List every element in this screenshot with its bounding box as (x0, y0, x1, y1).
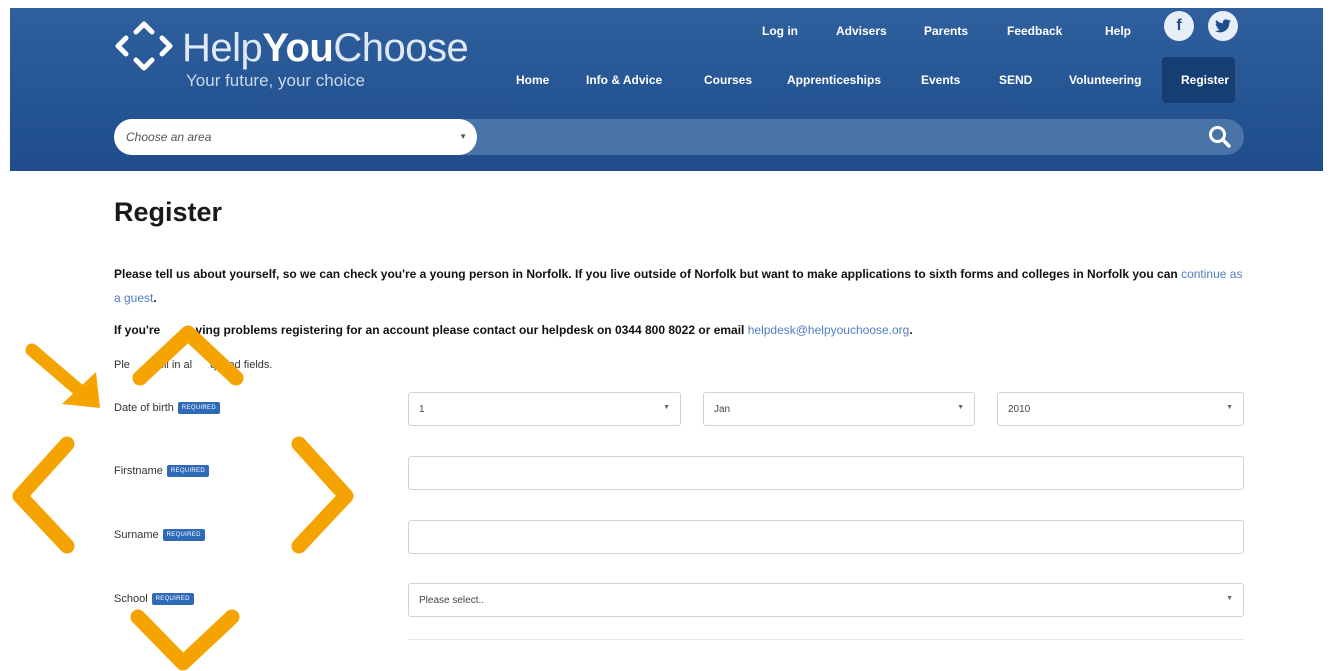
chevron-down-icon: ▼ (459, 132, 467, 141)
chevron-down-icon (130, 609, 240, 671)
firstname-label: Firstname REQUIRED (114, 465, 209, 478)
required-note: Ple s fill in al quired fields. (114, 359, 273, 371)
surname-label: Surname REQUIRED (114, 529, 205, 542)
dob-year-select[interactable]: 2010 ▼ (997, 392, 1244, 426)
nav-help[interactable]: Help (1105, 24, 1131, 38)
required-badge: REQUIRED (177, 402, 220, 415)
required-badge: REQUIRED (162, 529, 205, 542)
nav-courses[interactable]: Courses (704, 73, 752, 87)
nav-apprenticeships[interactable]: Apprenticeships (787, 73, 881, 87)
area-select[interactable]: Choose an area ▼ (114, 119, 477, 155)
chevron-down-icon: ▼ (1226, 595, 1233, 602)
logo-tagline: Your future, your choice (186, 71, 365, 90)
nav-info-advice[interactable]: Info & Advice (586, 73, 662, 87)
firstname-input[interactable] (408, 456, 1244, 490)
chevron-down-icon: ▼ (1226, 404, 1233, 411)
nav-advisers[interactable]: Advisers (836, 24, 887, 38)
dob-month-select[interactable]: Jan ▼ (703, 392, 975, 426)
helpdesk-email-link[interactable]: helpdesk@helpyouchoose.org (748, 323, 910, 337)
surname-input[interactable] (408, 520, 1244, 554)
helpdesk-text: If you're ving problems registering for … (114, 323, 913, 337)
twitter-icon[interactable] (1208, 11, 1238, 41)
logo-chevrons-icon (115, 21, 173, 71)
nav-send[interactable]: SEND (999, 73, 1032, 87)
nav-register[interactable]: Register (1181, 73, 1229, 87)
nav-events[interactable]: Events (921, 73, 960, 87)
facebook-icon[interactable]: f (1164, 11, 1194, 41)
school-select[interactable]: Please select.. ▼ (408, 583, 1244, 617)
chevron-down-icon: ▼ (663, 404, 670, 411)
chevron-up-icon (132, 325, 244, 386)
logo-name: HelpYouChoose (182, 26, 469, 70)
school-label: School REQUIRED (114, 593, 194, 606)
required-badge: REQUIRED (166, 465, 209, 478)
search-icon[interactable] (1207, 124, 1233, 150)
intro-text: Please tell us about yourself, so we can… (114, 267, 1243, 305)
page-title: Register (114, 197, 223, 227)
nav-home[interactable]: Home (516, 73, 549, 87)
required-badge: REQUIRED (151, 593, 194, 606)
arrow-pointer-icon (25, 343, 100, 408)
chevron-left-icon (12, 436, 75, 554)
nav-volunteering[interactable]: Volunteering (1069, 73, 1141, 87)
chevron-down-icon: ▼ (957, 404, 964, 411)
nav-feedback[interactable]: Feedback (1007, 24, 1062, 38)
divider (408, 639, 1244, 640)
dob-day-select[interactable]: 1 ▼ (408, 392, 681, 426)
nav-login[interactable]: Log in (762, 24, 798, 38)
chevron-right-icon (291, 436, 354, 554)
area-select-placeholder: Choose an area (126, 130, 212, 144)
dob-label: Date of birth REQUIRED (114, 402, 220, 415)
nav-parents[interactable]: Parents (924, 24, 968, 38)
